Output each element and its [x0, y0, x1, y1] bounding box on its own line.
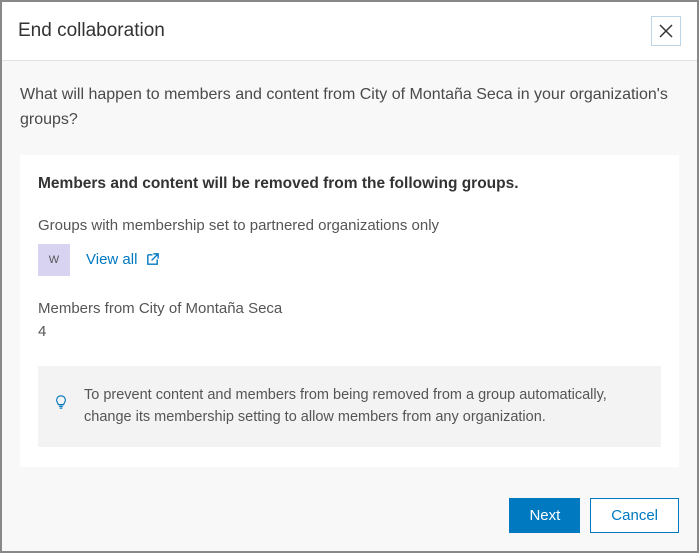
view-all-label: View all: [86, 251, 137, 268]
groups-membership-label: Groups with membership set to partnered …: [38, 217, 661, 234]
cancel-button[interactable]: Cancel: [590, 498, 679, 533]
panel-heading: Members and content will be removed from…: [38, 175, 661, 193]
members-count: 4: [38, 323, 661, 340]
next-button[interactable]: Next: [509, 498, 580, 533]
groups-row: W View all: [38, 244, 661, 276]
close-icon: [658, 23, 674, 39]
removal-panel: Members and content will be removed from…: [20, 155, 679, 467]
tip-box: To prevent content and members from bein…: [38, 366, 661, 447]
view-all-link[interactable]: View all: [86, 251, 160, 268]
group-avatar: W: [38, 244, 70, 276]
members-from-label: Members from City of Montaña Seca: [38, 300, 661, 317]
intro-text: What will happen to members and content …: [20, 83, 679, 133]
end-collaboration-modal: End collaboration What will happen to me…: [0, 0, 699, 553]
lightbulb-icon: [54, 394, 68, 416]
modal-body: What will happen to members and content …: [2, 61, 697, 484]
close-button[interactable]: [651, 16, 681, 46]
modal-title: End collaboration: [18, 20, 165, 42]
external-link-icon: [145, 252, 160, 267]
tip-text: To prevent content and members from bein…: [84, 387, 607, 425]
modal-header: End collaboration: [2, 2, 697, 61]
modal-footer: Next Cancel: [2, 484, 697, 551]
